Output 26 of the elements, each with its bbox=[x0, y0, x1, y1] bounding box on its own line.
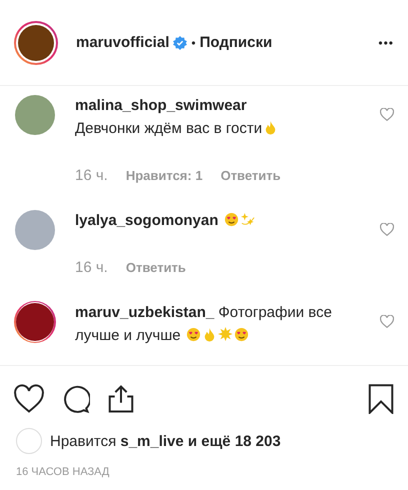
like-heart-icon[interactable] bbox=[14, 384, 44, 414]
liker-avatar bbox=[16, 428, 42, 454]
story-ring-avatar[interactable] bbox=[14, 20, 58, 64]
post-timestamp: 16 ЧАСОВ НАЗАД bbox=[15, 465, 110, 480]
story-ring-avatar[interactable] bbox=[14, 301, 56, 343]
heart-eyes-emoji-icon bbox=[186, 327, 201, 342]
account-username[interactable]: maruvofficial bbox=[76, 34, 170, 51]
avatar-photo bbox=[15, 210, 55, 250]
more-options-button[interactable]: ••• bbox=[378, 36, 394, 50]
separator-dot: • bbox=[191, 36, 196, 50]
avatar-photo bbox=[15, 95, 55, 135]
share-icon[interactable] bbox=[106, 384, 136, 414]
heart-eyes-emoji-icon bbox=[224, 212, 239, 227]
sparkle-emoji-icon bbox=[218, 327, 233, 342]
comment-time: 16 ч. bbox=[75, 166, 108, 186]
bookmark-icon[interactable] bbox=[368, 384, 394, 414]
avatar-photo bbox=[18, 24, 54, 60]
comment-text: malina_shop_swimwear Девчонки ждём вас в гости bbox=[75, 94, 337, 140]
likes-text: Нравится s_m_live и ещё 18 203 bbox=[50, 432, 281, 450]
following-button[interactable]: Подписки bbox=[200, 34, 272, 51]
avatar-photo bbox=[16, 303, 54, 341]
comment-text: lyalya_sogomonyan bbox=[75, 209, 337, 232]
comment-text: maruv_uzbekistan_ Фотографии все лучше и лучше bbox=[75, 303, 333, 346]
comment-time: 16 ч. bbox=[75, 258, 108, 278]
sparkles-emoji-icon bbox=[240, 212, 255, 227]
heart-eyes-emoji-icon bbox=[234, 327, 249, 342]
